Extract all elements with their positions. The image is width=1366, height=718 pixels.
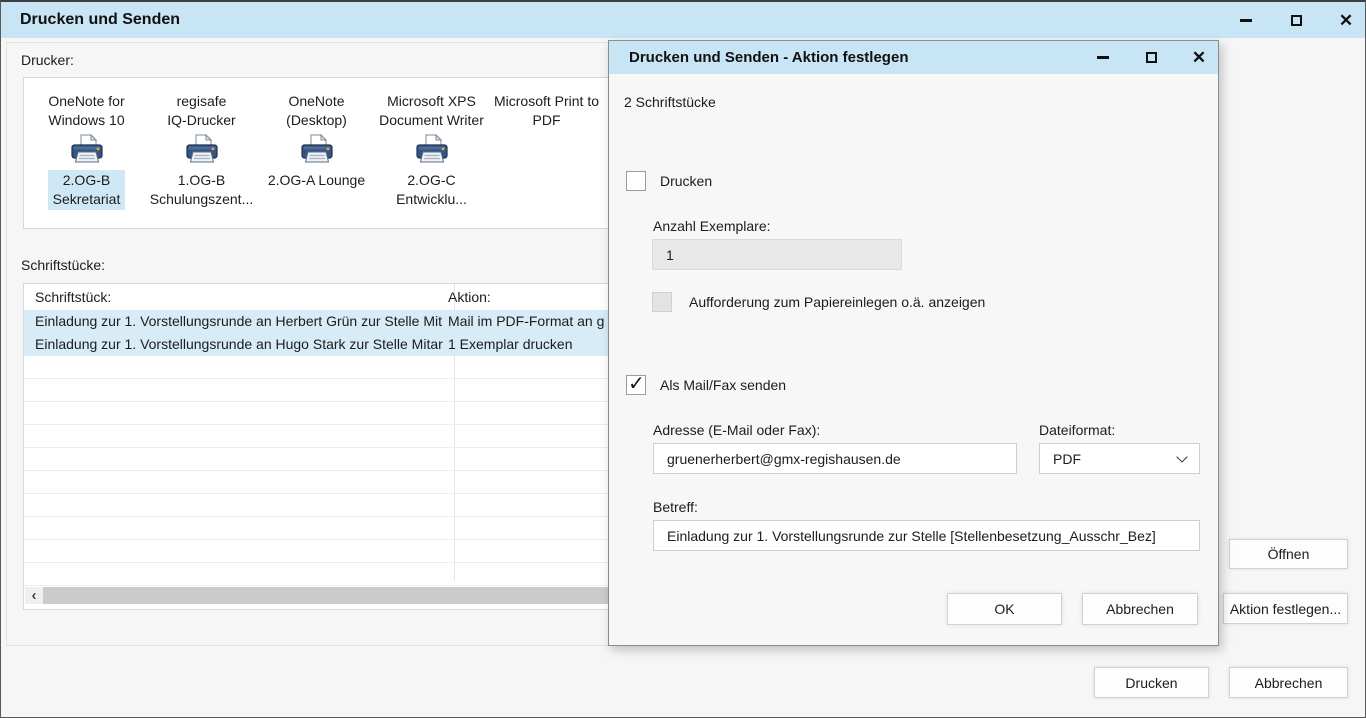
dialog-minimize-button[interactable] [1088, 43, 1118, 73]
print-button[interactable]: Drucken [1094, 667, 1209, 698]
check-icon: ✓ [628, 371, 645, 396]
window-controls: ✕ [1211, 5, 1365, 35]
window-title: Drucken und Senden [1, 11, 180, 29]
minimize-icon [1240, 19, 1252, 22]
printer-location: 2.OG-A Lounge [263, 170, 370, 191]
printer-location: 2.OG-C Entwicklu... [391, 170, 472, 210]
print-checkbox-label: Drucken [660, 173, 712, 189]
maximize-icon [1291, 15, 1302, 26]
printer-icon [259, 133, 374, 167]
printer-location-wrap: 1.OG-B Schulungszent... [144, 170, 259, 210]
open-button[interactable]: Öffnen [1229, 539, 1348, 569]
address-input[interactable] [653, 443, 1017, 474]
printer-name: Microsoft XPS Document Writer [374, 92, 489, 130]
main-titlebar: Drucken und Senden ✕ [1, 2, 1365, 38]
printer-icon [374, 133, 489, 167]
printer-name: regisafe IQ-Drucker [144, 92, 259, 130]
minimize-button[interactable] [1231, 5, 1261, 35]
printer-item[interactable]: Microsoft XPS Document Writer 2.OG-C [374, 92, 489, 228]
main-window: Drucken und Senden ✕ Drucker: OneNote fo… [0, 0, 1366, 718]
scroll-left-button[interactable]: ‹ [25, 587, 43, 604]
close-icon: ✕ [1192, 49, 1206, 66]
printer-location: 2.OG-B Sekretariat [48, 170, 126, 210]
print-checkbox[interactable] [626, 171, 646, 191]
printer-location: 1.OG-B Schulungszent... [145, 170, 259, 210]
printer-item[interactable]: OneNote (Desktop) 2.OG-A Lounge [259, 92, 374, 228]
printer-location-wrap: 2.OG-C Entwicklu... [374, 170, 489, 210]
printer-location [542, 144, 552, 146]
maximize-button[interactable] [1281, 5, 1311, 35]
printer-item[interactable]: regisafe IQ-Drucker 1.OG-B Schulungsz [144, 92, 259, 228]
document-count: 2 Schriftstücke [624, 94, 716, 110]
printer-icon [144, 133, 259, 167]
dialog-window-controls: ✕ [1070, 43, 1218, 73]
main-cancel-button[interactable]: Abbrechen [1229, 667, 1348, 698]
close-icon: ✕ [1339, 12, 1353, 29]
subject-input[interactable] [653, 520, 1200, 551]
dialog-title: Drucken und Senden - Aktion festlegen [609, 49, 908, 66]
documents-label: Schriftstücke: [21, 257, 105, 273]
paper-prompt-label: Aufforderung zum Papiereinlegen o.ä. anz… [689, 294, 985, 310]
printer-icon [29, 133, 144, 167]
chevron-down-icon [1176, 451, 1187, 462]
dialog-close-button[interactable]: ✕ [1184, 43, 1214, 73]
close-button[interactable]: ✕ [1331, 5, 1361, 35]
maximize-icon [1146, 52, 1157, 63]
minimize-icon [1097, 56, 1109, 59]
format-label: Dateiformat: [1039, 422, 1115, 438]
copies-input[interactable] [652, 239, 902, 270]
printer-location-wrap: 2.OG-A Lounge [259, 170, 374, 191]
dialog-titlebar: Drucken und Senden - Aktion festlegen ✕ [609, 41, 1218, 74]
printer-item[interactable]: Microsoft Print to PDF [489, 92, 604, 228]
printer-name: OneNote for Windows 10 [29, 92, 144, 130]
format-selected-value: PDF [1053, 451, 1081, 467]
cell-schriftstueck: Einladung zur 1. Vorstellungsrunde an He… [24, 310, 443, 333]
printers-label: Drucker: [21, 52, 74, 68]
paper-prompt-checkbox[interactable] [652, 292, 672, 312]
column-header-schriftstueck[interactable]: Schriftstück: [24, 284, 443, 310]
set-action-button[interactable]: Aktion festlegen... [1223, 593, 1348, 624]
printer-location-wrap: 2.OG-B Sekretariat [29, 170, 144, 210]
cell-schriftstueck: Einladung zur 1. Vorstellungsrunde an Hu… [24, 333, 443, 356]
address-label: Adresse (E-Mail oder Fax): [653, 422, 820, 438]
printer-item[interactable]: OneNote for Windows 10 2.OG-B Sekreta [29, 92, 144, 228]
dialog-cancel-button[interactable]: Abbrechen [1082, 593, 1198, 625]
subject-label: Betreff: [653, 499, 698, 515]
mail-fax-checkbox[interactable]: ✓ [626, 375, 646, 395]
format-select[interactable]: PDF [1039, 443, 1200, 474]
printer-name: OneNote (Desktop) [259, 92, 374, 130]
mail-fax-label: Als Mail/Fax senden [660, 377, 786, 393]
printer-name: Microsoft Print to PDF [489, 92, 604, 130]
printer-location-wrap [489, 133, 604, 149]
ok-button[interactable]: OK [947, 593, 1062, 625]
copies-label: Anzahl Exemplare: [653, 218, 771, 234]
dialog-maximize-button[interactable] [1136, 43, 1166, 73]
action-dialog: Drucken und Senden - Aktion festlegen ✕ … [608, 40, 1219, 646]
